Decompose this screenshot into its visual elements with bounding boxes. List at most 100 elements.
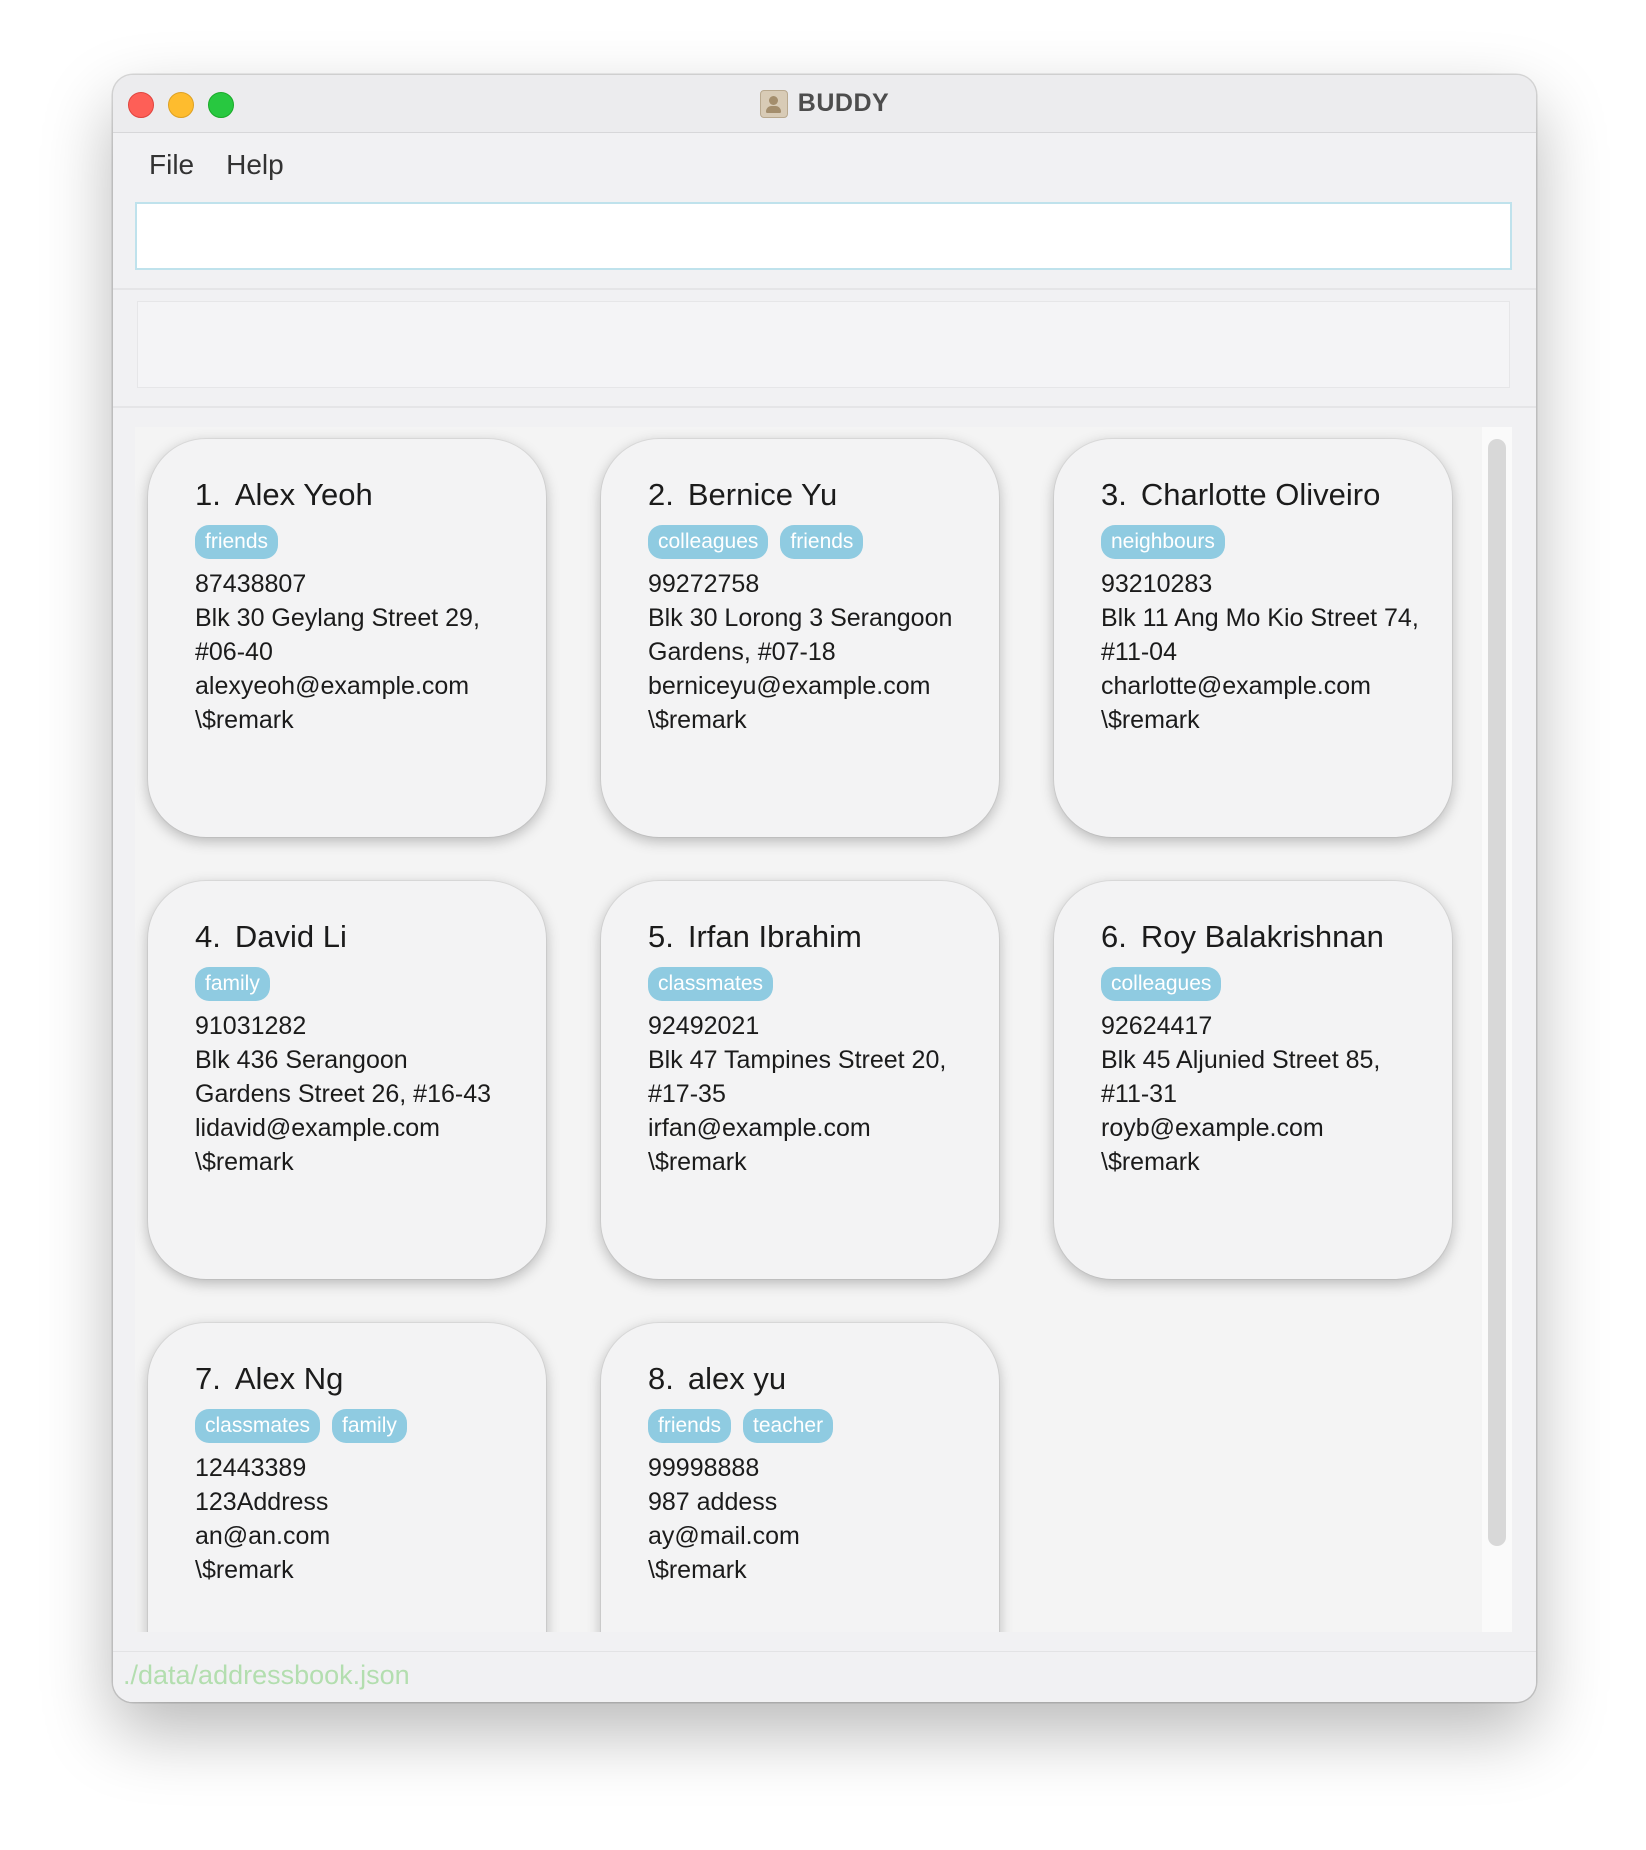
person-name-row: 5. Irfan Ibrahim: [648, 919, 999, 955]
result-display: [137, 301, 1510, 388]
person-address-line: Blk 45 Aljunied Street 85,: [1101, 1046, 1381, 1074]
tag-list: friends teacher: [648, 1409, 999, 1443]
person-phone: 99272758: [648, 570, 760, 598]
person-email: charlotte@example.com: [1101, 672, 1371, 700]
person-address-line: Blk 436 Serangoon: [195, 1046, 408, 1074]
person-card[interactable]: 1. Alex Yeoh friends 87438807 Blk 30 Geylang…: [148, 439, 546, 837]
tag-list: classmates family: [195, 1409, 546, 1443]
person-name: Alex Yeoh: [234, 477, 373, 512]
person-remark: \$remark: [195, 706, 294, 734]
person-address-line: #17-35: [648, 1080, 726, 1108]
person-remark: \$remark: [1101, 1148, 1200, 1176]
person-address-line: 123Address: [195, 1488, 329, 1516]
menu-bar: File Help: [113, 133, 1536, 197]
person-address-line: Gardens Street 26, #16-43: [195, 1080, 492, 1108]
scrollbar-thumb[interactable]: [1488, 439, 1506, 1546]
tag-label: teacher: [743, 1409, 834, 1443]
person-remark: \$remark: [648, 1556, 747, 1584]
tag-list: family: [195, 967, 546, 1001]
tag-label: colleagues: [648, 525, 769, 559]
person-remark: \$remark: [195, 1556, 294, 1584]
person-email: lidavid@example.com: [195, 1114, 440, 1142]
person-email: ay@mail.com: [648, 1522, 800, 1550]
divider: [113, 288, 1536, 290]
command-input[interactable]: [135, 202, 1512, 270]
person-name: alex yu: [687, 1361, 787, 1396]
tag-list: classmates: [648, 967, 999, 1001]
person-address-line: #11-04: [1101, 638, 1177, 666]
tag-label: friends: [780, 525, 864, 559]
person-remark: \$remark: [1101, 706, 1200, 734]
menu-help[interactable]: Help: [214, 145, 296, 185]
person-card[interactable]: 3. Charlotte Oliveiro neighbours 93210283 Bl…: [1054, 439, 1452, 837]
person-name: Irfan Ibrahim: [687, 919, 862, 954]
person-name: Roy Balakrishnan: [1140, 919, 1384, 954]
tag-label: family: [195, 967, 270, 1001]
person-index: 8.: [648, 1361, 674, 1396]
person-remark: \$remark: [195, 1148, 294, 1176]
person-name-row: 2. Bernice Yu: [648, 477, 999, 513]
person-name-row: 8. alex yu: [648, 1361, 999, 1397]
person-email: royb@example.com: [1101, 1114, 1324, 1142]
person-card[interactable]: 4. David Li family 91031282 Blk 436 Serangoo…: [148, 881, 546, 1279]
person-email: irfan@example.com: [648, 1114, 871, 1142]
person-card[interactable]: 6. Roy Balakrishnan colleagues 92624417 Blk …: [1054, 881, 1452, 1279]
person-name-row: 6. Roy Balakrishnan: [1101, 919, 1452, 955]
tag-label: family: [332, 1409, 407, 1443]
save-location-path: ./data/addressbook.json: [123, 1660, 410, 1690]
tag-label: friends: [648, 1409, 732, 1443]
tag-label: colleagues: [1101, 967, 1222, 1001]
person-phone: 93210283: [1101, 570, 1213, 598]
person-phone: 12443389: [195, 1454, 307, 1482]
person-address-line: 987 addess: [648, 1488, 778, 1516]
person-name-row: 4. David Li: [195, 919, 546, 955]
menu-file[interactable]: File: [137, 145, 206, 185]
person-address-line: Gardens, #07-18: [648, 638, 836, 666]
person-phone: 92492021: [648, 1012, 760, 1040]
person-phone: 91031282: [195, 1012, 307, 1040]
person-address-line: Blk 11 Ang Mo Kio Street 74,: [1101, 604, 1419, 632]
person-address-line: #11-31: [1101, 1080, 1177, 1108]
title-bar: BUDDY: [113, 75, 1536, 133]
person-phone: 99998888: [648, 1454, 760, 1482]
status-bar: ./data/addressbook.json: [113, 1651, 1536, 1702]
app-window: BUDDY File Help 1. Alex Yeoh friends 874388…: [113, 75, 1536, 1702]
person-name: Bernice Yu: [687, 477, 838, 512]
person-address-line: Blk 30 Geylang Street 29,: [195, 604, 480, 632]
person-index: 5.: [648, 919, 674, 954]
tag-list: friends: [195, 525, 546, 559]
tag-list: colleagues: [1101, 967, 1452, 1001]
person-index: 7.: [195, 1361, 221, 1396]
person-card[interactable]: 2. Bernice Yu colleagues friends 99272758 Blk…: [601, 439, 999, 837]
person-name: David Li: [234, 919, 347, 954]
person-card[interactable]: 5. Irfan Ibrahim classmates 92492021 Blk 47 …: [601, 881, 999, 1279]
person-phone: 87438807: [195, 570, 307, 598]
person-email: an@an.com: [195, 1522, 331, 1550]
person-address-line: Blk 47 Tampines Street 20,: [648, 1046, 947, 1074]
person-name-row: 7. Alex Ng: [195, 1361, 546, 1397]
person-name-row: 3. Charlotte Oliveiro: [1101, 477, 1452, 513]
tag-label: friends: [195, 525, 279, 559]
person-index: 1.: [195, 477, 221, 512]
contact-book-icon: [759, 89, 788, 118]
window-title: BUDDY: [797, 89, 890, 117]
tag-label: classmates: [195, 1409, 321, 1443]
person-email: alexyeoh@example.com: [195, 672, 470, 700]
person-index: 4.: [195, 919, 221, 954]
tag-label: classmates: [648, 967, 774, 1001]
scrollbar-track[interactable]: [1482, 427, 1512, 1632]
person-address-line: Blk 30 Lorong 3 Serangoon: [648, 604, 953, 632]
person-phone: 92624417: [1101, 1012, 1213, 1040]
title-wrap: BUDDY: [113, 75, 1536, 132]
person-card[interactable]: 8. alex yu friends teacher 99998888 987 addes…: [601, 1323, 999, 1632]
person-name: Alex Ng: [234, 1361, 344, 1396]
person-list-panel: 1. Alex Yeoh friends 87438807 Blk 30 Geylang…: [135, 427, 1512, 1632]
person-remark: \$remark: [648, 1148, 747, 1176]
person-index: 3.: [1101, 477, 1127, 512]
tag-list: neighbours: [1101, 525, 1452, 559]
person-remark: \$remark: [648, 706, 747, 734]
person-index: 6.: [1101, 919, 1127, 954]
person-card[interactable]: 7. Alex Ng classmates family 12443389 123Addr…: [148, 1323, 546, 1632]
person-name-row: 1. Alex Yeoh: [195, 477, 546, 513]
divider: [113, 406, 1536, 408]
